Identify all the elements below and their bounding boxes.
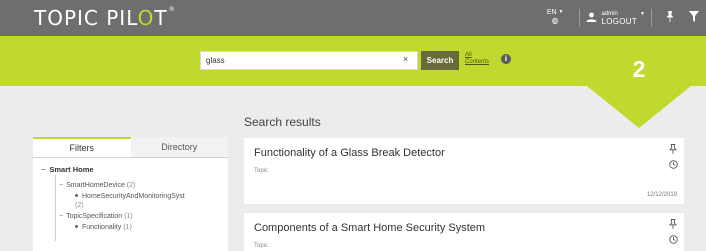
filter-group-label: TopicSpecification [66,213,123,220]
results-heading: Search results [244,115,321,129]
panel-tabs: Filters Directory [33,137,228,158]
result-card[interactable]: Components of a Smart Home Security Syst… [244,213,684,251]
divider [579,9,581,27]
result-card[interactable]: Functionality of a Glass Break Detector … [244,138,684,204]
search-band: × Search All Contents i [0,36,706,86]
filter-group-smarthomedevice[interactable]: − SmartHomeDevice (2) [59,181,228,190]
user-menu[interactable]: admin LOGOUT ▼ [586,10,645,26]
filter-item-functionality[interactable]: Functionality (1) [75,223,228,232]
globe-icon: ◍ [551,16,559,25]
search-scope-line1: All [465,52,472,58]
pin-icon[interactable] [665,11,675,25]
search-button[interactable]: Search [421,51,459,70]
result-title[interactable]: Components of a Smart Home Security Syst… [254,222,485,234]
logo-mark: ® [168,6,176,13]
filter-item-label: HomeSecurityAndMonitoringSyst [82,193,185,200]
collapse-icon[interactable]: − [59,182,63,189]
chevron-down-icon: ▼ [558,9,564,15]
filter-count: (2) [75,202,84,209]
search-scope-link[interactable]: All Contents [465,52,489,66]
pin-icon[interactable] [668,144,678,157]
result-date: 12/12/2019 [646,192,677,198]
top-bar: TOPIC PILOT® EN ▼ ◍ admin LOGOUT ▼ [0,0,706,36]
results-count-badge-arrow [587,86,691,128]
tree-connector-line [55,175,56,241]
collapse-icon[interactable]: − [59,213,63,220]
filter-count: (1) [124,213,133,220]
logo-text-accent: O [137,6,155,30]
pin-icon[interactable] [668,219,678,232]
language-label: EN [546,9,557,16]
chevron-down-icon: ▼ [640,11,645,17]
clear-search-icon[interactable]: × [403,54,408,64]
result-type: Topic [254,243,269,249]
logo-text-main: TOPIC PIL [34,6,138,30]
filter-item-label: Functionality [82,224,122,231]
filter-item-homesecurity[interactable]: HomeSecurityAndMonitoringSyst (2) [75,192,228,210]
language-selector[interactable]: EN ▼ ◍ [547,9,564,25]
filter-group-label: SmartHomeDevice [66,182,125,189]
collapse-icon[interactable]: − [41,165,45,174]
search-input[interactable] [200,51,418,70]
filter-root-label: Smart Home [49,165,94,174]
tab-filters[interactable]: Filters [33,137,131,157]
search-scope-line2: Contents [465,59,490,65]
result-title[interactable]: Functionality of a Glass Break Detector [254,147,445,159]
divider [651,9,652,27]
filter-count: (1) [123,224,132,231]
topic-pilot-logo[interactable]: TOPIC PILOT® [34,6,176,30]
filter-tree: − Smart Home − SmartHomeDevice (2) HomeSec… [33,158,228,232]
filter-root-smart-home[interactable]: − Smart Home [41,165,228,174]
bullet-icon [75,194,78,197]
tab-directory[interactable]: Directory [130,137,228,157]
logout-link[interactable]: LOGOUT [601,18,637,26]
result-type: Topic [254,168,269,174]
filter-count: (2) [126,182,136,189]
info-icon[interactable]: i [501,54,511,64]
logo-text-end: T [154,6,168,30]
user-icon [586,12,597,25]
filter-group-topicspecification[interactable]: − TopicSpecification (1) [59,212,228,221]
bullet-icon [75,225,78,228]
clock-icon[interactable] [669,160,678,171]
clock-icon[interactable] [669,235,678,246]
results-count-badge: 2 [632,56,646,82]
filter-panel: Filters Directory − Smart Home − SmartHome… [33,137,228,251]
filter-icon[interactable] [689,11,699,25]
